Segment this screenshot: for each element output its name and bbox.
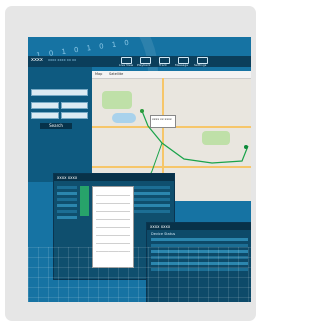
start-time-field[interactable] bbox=[61, 102, 88, 109]
ui-collage: 1 0 1 0 1 0 1 0 xxxx xxxx xxxx xx xx Liv… bbox=[28, 37, 251, 302]
location-popup: xxxx xx xxxx bbox=[150, 115, 176, 128]
status-window-subtitle: Device Status bbox=[151, 232, 176, 236]
dialog-row[interactable] bbox=[96, 203, 130, 204]
dialog-row[interactable] bbox=[96, 227, 130, 228]
nav-playback[interactable]: Playback bbox=[137, 63, 150, 67]
table-row[interactable] bbox=[151, 238, 248, 241]
tree-item[interactable] bbox=[57, 198, 77, 201]
status-window-titlebar: xxxx xxxx bbox=[147, 223, 251, 230]
end-time-field[interactable] bbox=[61, 112, 88, 119]
screenshot-frame: 1 0 1 0 1 0 1 0 xxxx xxxx xxxx xx xx Liv… bbox=[5, 6, 256, 321]
list-row[interactable] bbox=[134, 198, 170, 201]
dialog-row[interactable] bbox=[96, 211, 130, 212]
tree-item[interactable] bbox=[57, 204, 77, 207]
config-window-titlebar: xxxx xxxx bbox=[54, 174, 174, 181]
decorative-grid bbox=[28, 247, 251, 302]
dialog-row[interactable] bbox=[96, 195, 130, 196]
status-window-title: xxxx xxxx bbox=[150, 224, 171, 229]
list-row[interactable] bbox=[134, 186, 170, 189]
app-topbar: xxxx xxxx xxxx xx xx Live View Playback … bbox=[28, 56, 251, 67]
app-title: xxxx bbox=[31, 57, 43, 63]
start-pin-icon[interactable] bbox=[140, 109, 144, 113]
dialog-row[interactable] bbox=[96, 219, 130, 220]
dialog-row[interactable] bbox=[96, 243, 130, 244]
status-bar bbox=[80, 186, 89, 216]
tree-item[interactable] bbox=[57, 216, 77, 219]
nav-settings[interactable]: Settings bbox=[194, 63, 206, 67]
end-date-field[interactable] bbox=[31, 112, 59, 119]
nav-track[interactable]: Track bbox=[159, 63, 167, 67]
query-panel: Search bbox=[28, 67, 92, 182]
nav-live-view[interactable]: Live View bbox=[119, 63, 133, 67]
list-row[interactable] bbox=[134, 192, 170, 195]
tree-item[interactable] bbox=[57, 186, 77, 189]
dialog-row[interactable] bbox=[96, 235, 130, 236]
list-row[interactable] bbox=[134, 204, 170, 207]
device-select[interactable] bbox=[31, 89, 88, 96]
list-row[interactable] bbox=[134, 210, 170, 213]
start-date-field[interactable] bbox=[31, 102, 59, 109]
nav-message[interactable]: Message bbox=[175, 63, 188, 67]
end-pin-icon[interactable] bbox=[244, 145, 248, 149]
app-subtitle: xxxx xxxx xx xx bbox=[48, 58, 77, 62]
tree-item[interactable] bbox=[57, 192, 77, 195]
config-window-title: xxxx xxxx bbox=[57, 175, 78, 180]
search-button[interactable]: Search bbox=[40, 123, 72, 129]
tree-item[interactable] bbox=[57, 210, 77, 213]
